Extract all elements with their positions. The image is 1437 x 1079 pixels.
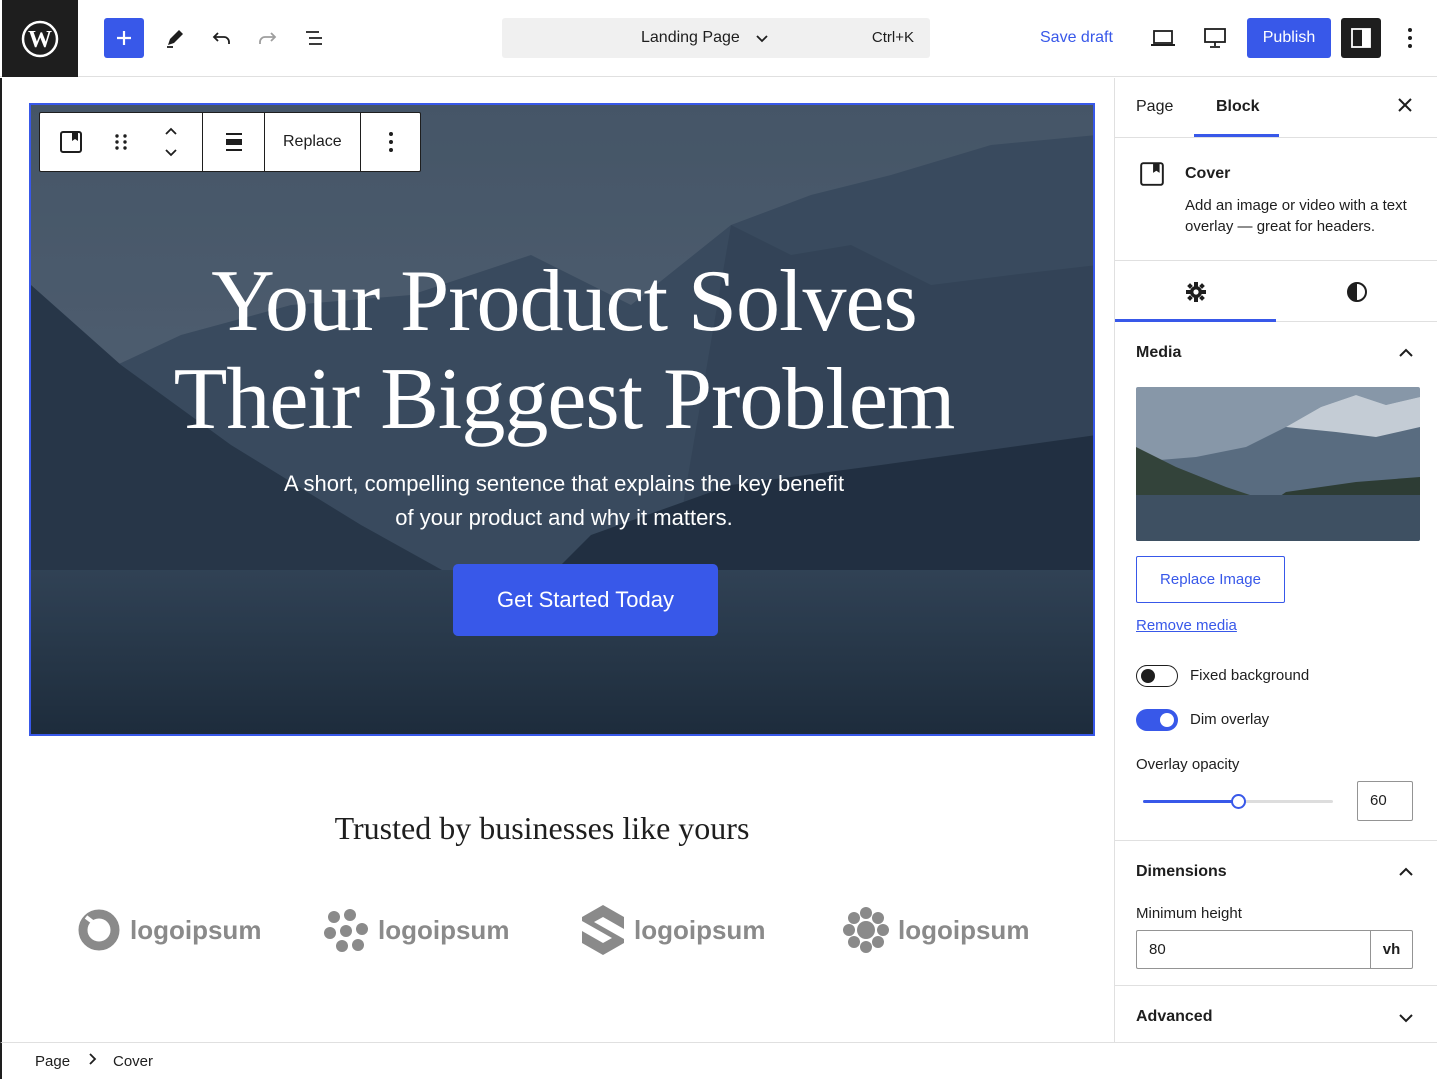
document-title: Landing Page: [641, 29, 740, 46]
toggle-knob: [1160, 713, 1174, 727]
block-toolbar: Replace: [39, 112, 421, 172]
document-overview-icon[interactable]: [295, 18, 335, 58]
overlay-opacity-slider[interactable]: [1143, 794, 1333, 809]
cover-subtitle[interactable]: A short, compelling sentence that explai…: [264, 467, 864, 535]
breadcrumb-item-page[interactable]: Page: [35, 1053, 70, 1070]
active-subtab-indicator: [1115, 319, 1276, 322]
logo-text: logoipsum: [378, 914, 510, 945]
block-options-icon[interactable]: [361, 113, 421, 171]
cover-subtitle-line-1: A short, compelling sentence that explai…: [283, 471, 845, 496]
block-toolbar-group-2: [203, 113, 265, 171]
active-tab-indicator: [1194, 134, 1279, 137]
block-settings-tabs: [1115, 262, 1437, 322]
media-section-title[interactable]: Media: [1136, 344, 1181, 362]
get-started-button[interactable]: Get Started Today: [453, 564, 718, 636]
tab-block[interactable]: Block: [1216, 98, 1260, 116]
block-toolbar-group-4: [361, 113, 421, 171]
cover-block[interactable]: Your Product Solves Their Biggest Proble…: [29, 103, 1095, 736]
replace-image-button[interactable]: Replace Image: [1136, 556, 1285, 603]
editor-canvas: Your Product Solves Their Biggest Proble…: [0, 78, 1114, 1042]
s-shape-logo-icon: [582, 905, 624, 955]
section-divider: [1115, 840, 1437, 841]
chevron-up-icon[interactable]: [1397, 863, 1415, 886]
drag-handle-icon[interactable]: [102, 113, 140, 171]
ring-logo-icon: [78, 909, 120, 951]
trusted-heading[interactable]: Trusted by businesses like yours: [2, 810, 1082, 847]
chevron-up-icon[interactable]: [1397, 344, 1415, 367]
dimensions-section-title[interactable]: Dimensions: [1136, 863, 1227, 881]
overlay-opacity-label: Overlay opacity: [1136, 756, 1240, 773]
add-block-button[interactable]: [104, 18, 144, 58]
block-toolbar-group-1: [40, 113, 203, 171]
settings-panel-toggle-icon[interactable]: [1341, 18, 1381, 58]
move-up-down-icon[interactable]: [140, 113, 202, 171]
logo-item: logoipsum: [580, 902, 765, 958]
keyboard-shortcut: Ctrl+K: [871, 29, 914, 46]
overlay-opacity-input[interactable]: 60: [1357, 781, 1413, 821]
cover-block-icon: [1139, 161, 1165, 192]
align-icon[interactable]: [203, 113, 264, 171]
block-card: Cover Add an image or video with a text …: [1115, 139, 1437, 261]
chevron-down-icon[interactable]: [1397, 1009, 1415, 1032]
minimum-height-input[interactable]: 80: [1136, 930, 1370, 969]
fixed-background-label: Fixed background: [1190, 667, 1310, 684]
slider-fill: [1143, 800, 1238, 803]
media-thumbnail[interactable]: [1136, 387, 1420, 541]
pencil-icon[interactable]: [155, 18, 195, 58]
sidebar-tabs: Page Block: [1115, 78, 1437, 138]
editor-header: W Landing Page Ctrl+K Save draft Publish: [0, 0, 1437, 77]
logo-text: logoipsum: [634, 914, 766, 945]
svg-text:W: W: [28, 27, 52, 53]
redo-icon[interactable]: [247, 18, 287, 58]
section-divider: [1115, 985, 1437, 986]
close-icon[interactable]: [1396, 96, 1414, 119]
undo-icon[interactable]: [202, 18, 242, 58]
dim-overlay-toggle[interactable]: [1136, 709, 1178, 731]
command-palette-button[interactable]: Landing Page Ctrl+K: [502, 18, 930, 58]
logo-text: logoipsum: [130, 914, 262, 945]
settings-sidebar: Page Block Cover Add an image or video w…: [1114, 78, 1437, 1042]
dots-logo-icon: [324, 909, 368, 952]
minimum-height-label: Minimum height: [1136, 905, 1242, 922]
logo-item: logoipsum: [842, 902, 1029, 958]
logo-row: logoipsum logoipsum logoipsum logoipsum: [76, 902, 1056, 962]
settings-tab-gear-icon[interactable]: [1115, 262, 1276, 322]
logo-item: logoipsum: [322, 902, 509, 958]
laptop-preview-icon[interactable]: [1143, 18, 1183, 58]
styles-tab-contrast-icon[interactable]: [1276, 262, 1437, 322]
save-draft-button[interactable]: Save draft: [1040, 29, 1113, 47]
fixed-background-toggle[interactable]: [1136, 665, 1178, 687]
dim-overlay-label: Dim overlay: [1190, 711, 1270, 728]
chevron-down-icon: [754, 30, 770, 51]
cover-heading[interactable]: Your Product Solves Their Biggest Proble…: [31, 253, 1093, 449]
slider-thumb[interactable]: [1231, 794, 1246, 809]
wordpress-logo-icon[interactable]: W: [2, 0, 78, 77]
cover-block-icon[interactable]: [40, 113, 102, 171]
cover-subtitle-line-2: of your product and why it matters.: [395, 505, 733, 530]
logo-text: logoipsum: [898, 914, 1030, 945]
remove-media-link[interactable]: Remove media: [1136, 617, 1237, 634]
flower-logo-icon: [843, 907, 889, 953]
block-description: Add an image or video with a text overla…: [1185, 197, 1407, 235]
unit-select[interactable]: vh: [1370, 930, 1413, 969]
tab-page[interactable]: Page: [1136, 98, 1173, 116]
more-options-icon[interactable]: [1390, 18, 1430, 58]
cover-heading-line-1: Your Product Solves: [211, 253, 918, 350]
chevron-right-icon: [88, 1052, 98, 1070]
cover-heading-line-2: Their Biggest Problem: [173, 351, 956, 448]
block-breadcrumb: Page Cover: [0, 1042, 1437, 1079]
block-toolbar-group-3: Replace: [265, 113, 361, 171]
advanced-section-title[interactable]: Advanced: [1136, 1008, 1212, 1026]
publish-button[interactable]: Publish: [1247, 18, 1331, 58]
toggle-knob: [1141, 669, 1155, 683]
block-name: Cover: [1185, 165, 1231, 182]
logo-item: logoipsum: [76, 902, 261, 958]
replace-button[interactable]: Replace: [265, 113, 360, 171]
breadcrumb-item-cover[interactable]: Cover: [113, 1053, 153, 1070]
mountain-lake-thumbnail: [1136, 387, 1420, 541]
desktop-preview-icon[interactable]: [1195, 18, 1235, 58]
